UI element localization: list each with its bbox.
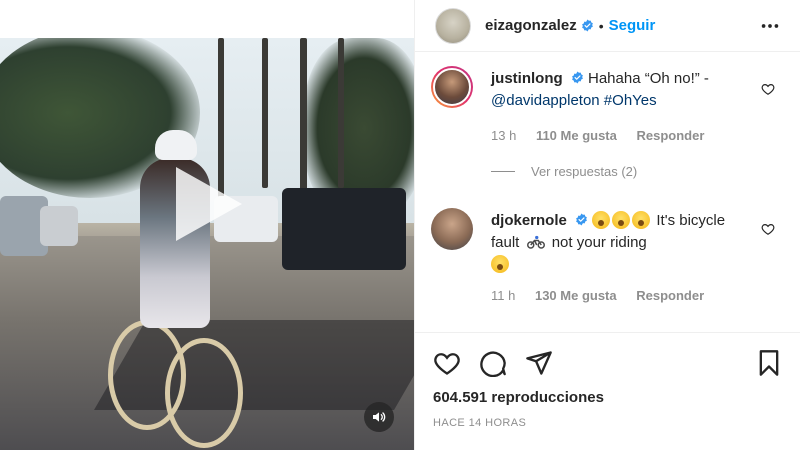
- owner-username[interactable]: eizagonzalez: [485, 17, 577, 34]
- comment-item: djokernole It's bicycle fault not your r…: [431, 208, 791, 318]
- comment-likes[interactable]: 130 Me gusta: [535, 288, 617, 303]
- video-car: [282, 188, 406, 270]
- view-count[interactable]: 604.591 reproducciones: [433, 389, 604, 406]
- comment-avatar[interactable]: [431, 66, 473, 108]
- video-pane: [0, 0, 414, 450]
- comment-avatar[interactable]: [431, 208, 473, 250]
- comment-mention-link[interactable]: @davidappleton #OhYes: [491, 92, 657, 109]
- comment-body: Hahaha “Oh no!” -: [588, 70, 709, 87]
- heart-icon[interactable]: [761, 222, 775, 236]
- post-side-panel: eizagonzalez • Seguir justinlong Hahaha …: [414, 0, 800, 450]
- view-replies-button[interactable]: Ver respuestas (2): [491, 164, 637, 179]
- comment-username[interactable]: djokernole: [491, 212, 567, 229]
- view-replies-label: Ver respuestas (2): [531, 164, 638, 179]
- video-bike-wheel: [165, 338, 243, 448]
- comment-text: justinlong Hahaha “Oh no!” - @davidapple…: [491, 68, 751, 112]
- comment-likes[interactable]: 110 Me gusta: [536, 128, 617, 143]
- comment-body-continued: not your riding: [551, 234, 647, 251]
- follow-button[interactable]: Seguir: [609, 17, 656, 34]
- video-player[interactable]: [0, 38, 414, 450]
- header-separator: •: [598, 17, 604, 34]
- video-palm: [262, 38, 268, 188]
- bookmark-icon[interactable]: [755, 349, 783, 377]
- play-icon[interactable]: [176, 167, 242, 241]
- surprised-emoji-icon: [612, 211, 631, 229]
- comment-username[interactable]: justinlong: [491, 70, 563, 87]
- more-options-icon[interactable]: [759, 15, 781, 37]
- video-palm: [300, 38, 307, 208]
- video-car: [40, 206, 78, 246]
- post-actions: 604.591 reproducciones HACE 14 HORAS: [415, 332, 800, 450]
- post-timestamp: HACE 14 HORAS: [433, 417, 527, 429]
- comment-meta: 13 h 110 Me gusta Responder: [491, 128, 720, 143]
- speaker-icon-glyph: [373, 412, 386, 422]
- reply-button[interactable]: Responder: [637, 128, 705, 143]
- reply-button[interactable]: Responder: [636, 288, 704, 303]
- verified-badge-icon: [571, 71, 583, 84]
- verified-badge-icon: [576, 213, 587, 226]
- comment-avatar-image: [433, 68, 471, 106]
- comment-time: 11 h: [491, 288, 516, 303]
- comment-bubble-icon[interactable]: [479, 349, 507, 377]
- comment-meta: 11 h 130 Me gusta Responder: [491, 288, 720, 303]
- cyclist-emoji-icon: [526, 235, 545, 249]
- heart-icon[interactable]: [433, 349, 461, 377]
- owner-avatar[interactable]: [435, 7, 471, 44]
- comment-text: djokernole It's bicycle fault not your r…: [491, 210, 751, 276]
- sad-emoji-icon: [632, 211, 651, 229]
- heart-icon[interactable]: [761, 82, 775, 96]
- post-header: eizagonzalez • Seguir: [415, 0, 800, 52]
- replies-divider: [491, 171, 515, 172]
- paper-plane-icon[interactable]: [525, 349, 553, 377]
- silly-emoji-icon: [491, 255, 509, 273]
- video-palm: [338, 38, 344, 188]
- surprised-emoji-icon: [592, 211, 611, 229]
- speaker-icon[interactable]: [364, 402, 394, 432]
- comment-time: 13 h: [491, 128, 517, 143]
- video-rider-hat: [155, 130, 197, 160]
- verified-badge-icon: [581, 19, 593, 32]
